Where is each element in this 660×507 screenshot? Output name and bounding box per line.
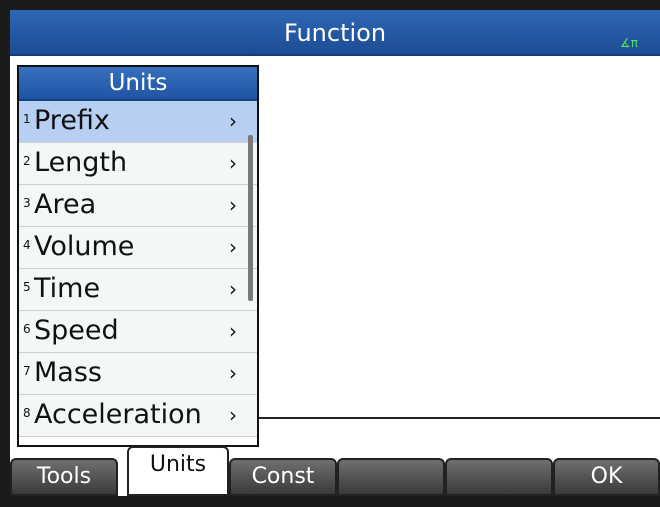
menu-scrollbar[interactable]: [248, 135, 253, 301]
angle-mode-icon: ∡π: [620, 36, 638, 50]
softkey-tools[interactable]: Tools: [10, 458, 118, 496]
chevron-right-icon: ›: [229, 235, 237, 259]
chevron-right-icon: ›: [229, 193, 237, 217]
menu-item-speed[interactable]: 6 Speed ›: [19, 311, 257, 353]
screen-bezel-top: [0, 0, 660, 10]
softkey-empty-4[interactable]: [337, 458, 445, 496]
screen-bezel-left: [0, 0, 10, 507]
menu-item-label: Mass: [34, 357, 102, 388]
menu-item-mass[interactable]: 7 Mass ›: [19, 353, 257, 395]
softkey-empty-5[interactable]: [445, 458, 553, 496]
menu-item-number: 1: [23, 112, 31, 126]
entry-line-divider: [256, 417, 660, 419]
menu-item-prefix[interactable]: 1 Prefix ›: [19, 101, 257, 143]
chevron-right-icon: ›: [229, 319, 237, 343]
menu-item-number: 8: [23, 406, 31, 420]
app-title: Function: [283, 19, 387, 47]
menu-item-time[interactable]: 5 Time ›: [19, 269, 257, 311]
menu-item-label: Area: [34, 189, 97, 220]
menu-item-acceleration[interactable]: 8 Acceleration ›: [19, 395, 257, 437]
menu-item-label: Prefix: [34, 105, 110, 136]
chevron-right-icon: ›: [229, 277, 237, 301]
chevron-right-icon: ›: [229, 361, 237, 385]
calculator-screen: Function ∡π Units 1 Prefix › 2 Length › …: [0, 0, 660, 507]
units-menu-title: Units: [19, 67, 257, 101]
chevron-right-icon: ›: [229, 109, 237, 133]
softkey-const[interactable]: Const: [229, 458, 337, 496]
screen-bezel-bottom: [0, 496, 660, 507]
menu-item-label: Volume: [34, 231, 135, 262]
menu-item-label: Time: [34, 273, 101, 304]
chevron-right-icon: ›: [229, 403, 237, 427]
menu-item-number: 4: [23, 238, 31, 252]
menu-item-number: 2: [23, 154, 31, 168]
app-title-bar: Function ∡π: [10, 10, 660, 56]
menu-item-area[interactable]: 3 Area ›: [19, 185, 257, 227]
chevron-right-icon: ›: [229, 151, 237, 175]
menu-item-length[interactable]: 2 Length ›: [19, 143, 257, 185]
softkey-bar: Tools Units Const OK: [10, 446, 660, 496]
softkey-ok[interactable]: OK: [553, 458, 660, 496]
menu-item-number: 7: [23, 364, 31, 378]
menu-item-label: Acceleration: [34, 399, 202, 430]
menu-item-number: 6: [23, 322, 31, 336]
softkey-units[interactable]: Units: [127, 446, 229, 496]
menu-item-label: Speed: [34, 315, 119, 346]
units-menu-list: 1 Prefix › 2 Length › 3 Area › 4 Volume …: [19, 101, 257, 437]
menu-item-label: Length: [34, 147, 128, 178]
units-menu: Units 1 Prefix › 2 Length › 3 Area › 4 V…: [17, 65, 259, 447]
menu-item-number: 5: [23, 280, 31, 294]
menu-item-volume[interactable]: 4 Volume ›: [19, 227, 257, 269]
menu-item-number: 3: [23, 196, 31, 210]
